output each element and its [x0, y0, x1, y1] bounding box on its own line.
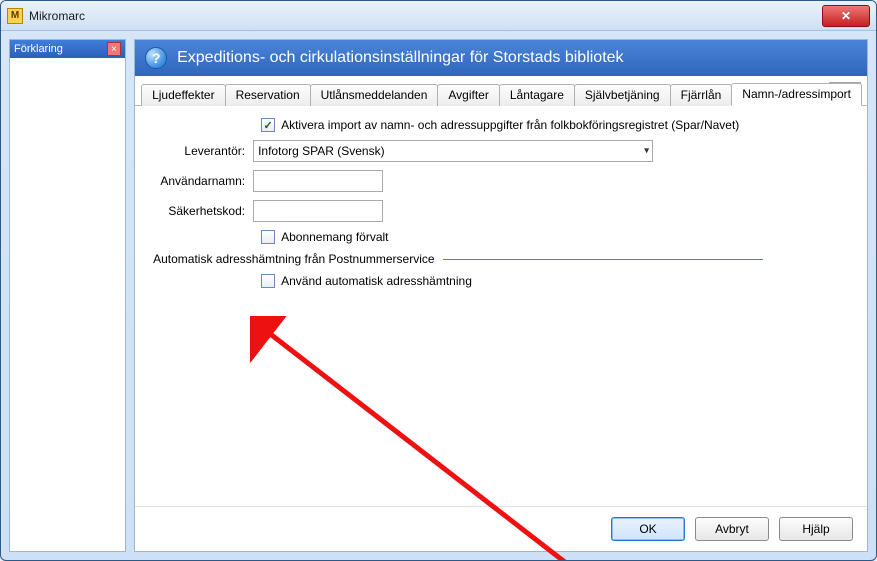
tab-fjarrlan[interactable]: Fjärrlån [670, 84, 733, 106]
abonnemang-label: Abonnemang förvalt [281, 230, 388, 244]
sidebar-close-button[interactable]: × [107, 42, 121, 56]
tab-avgifter[interactable]: Avgifter [437, 84, 499, 106]
leverantor-label: Leverantör: [153, 144, 253, 158]
window-title: Mikromarc [29, 9, 822, 23]
dialog-buttons: OK Avbryt Hjälp [135, 506, 867, 551]
security-label: Säkerhetskod: [153, 204, 253, 218]
leverantor-dropdown[interactable]: ▾ [253, 140, 653, 162]
abonnemang-checkbox[interactable] [261, 230, 275, 244]
tab-ljudeffekter[interactable]: Ljudeffekter [141, 84, 226, 106]
tab-utlansmeddelanden[interactable]: Utlånsmeddelanden [310, 84, 439, 106]
auto-address-checkbox[interactable] [261, 274, 275, 288]
leverantor-value[interactable] [253, 140, 653, 162]
client-area: Förklaring × ? Expeditions- och cirkulat… [1, 31, 876, 560]
sidebar-header: Förklaring × [10, 40, 125, 58]
section-title: Automatisk adresshämtning från Postnumme… [153, 252, 434, 266]
username-input[interactable] [253, 170, 383, 192]
close-icon: ✕ [841, 9, 851, 23]
security-code-input[interactable] [253, 200, 383, 222]
auto-address-label: Använd automatisk adresshämtning [281, 274, 472, 288]
main-header: ? Expeditions- och cirkulationsinställni… [135, 40, 867, 76]
main-panel: ? Expeditions- och cirkulationsinställni… [134, 39, 868, 552]
tab-namn-adressimport[interactable]: Namn-/adressimport [731, 83, 862, 106]
tab-content: Aktivera import av namn- och adressuppgi… [135, 106, 867, 506]
help-button[interactable]: Hjälp [779, 517, 853, 541]
help-icon: ? [145, 47, 167, 69]
activate-import-label: Aktivera import av namn- och adressuppgi… [281, 118, 739, 132]
app-window: M Mikromarc ✕ Förklaring × ? Expeditions… [0, 0, 877, 561]
page-title: Expeditions- och cirkulationsinställning… [177, 49, 623, 67]
window-close-button[interactable]: ✕ [822, 5, 870, 27]
activate-import-checkbox[interactable] [261, 118, 275, 132]
cancel-button[interactable]: Avbryt [695, 517, 769, 541]
close-icon: × [111, 44, 117, 55]
tabs: Ljudeffekter Reservation Utlånsmeddeland… [135, 76, 867, 106]
username-label: Användarnamn: [153, 174, 253, 188]
section-divider [443, 259, 763, 260]
tab-reservation[interactable]: Reservation [225, 84, 311, 106]
ok-button[interactable]: OK [611, 517, 685, 541]
tab-sjalvbetjaning[interactable]: Självbetjäning [574, 84, 671, 106]
sidebar-panel: Förklaring × [9, 39, 126, 552]
tab-lantagare[interactable]: Låntagare [499, 84, 575, 106]
app-icon: M [7, 8, 23, 24]
titlebar: M Mikromarc ✕ [1, 1, 876, 31]
sidebar-title: Förklaring [14, 43, 63, 55]
